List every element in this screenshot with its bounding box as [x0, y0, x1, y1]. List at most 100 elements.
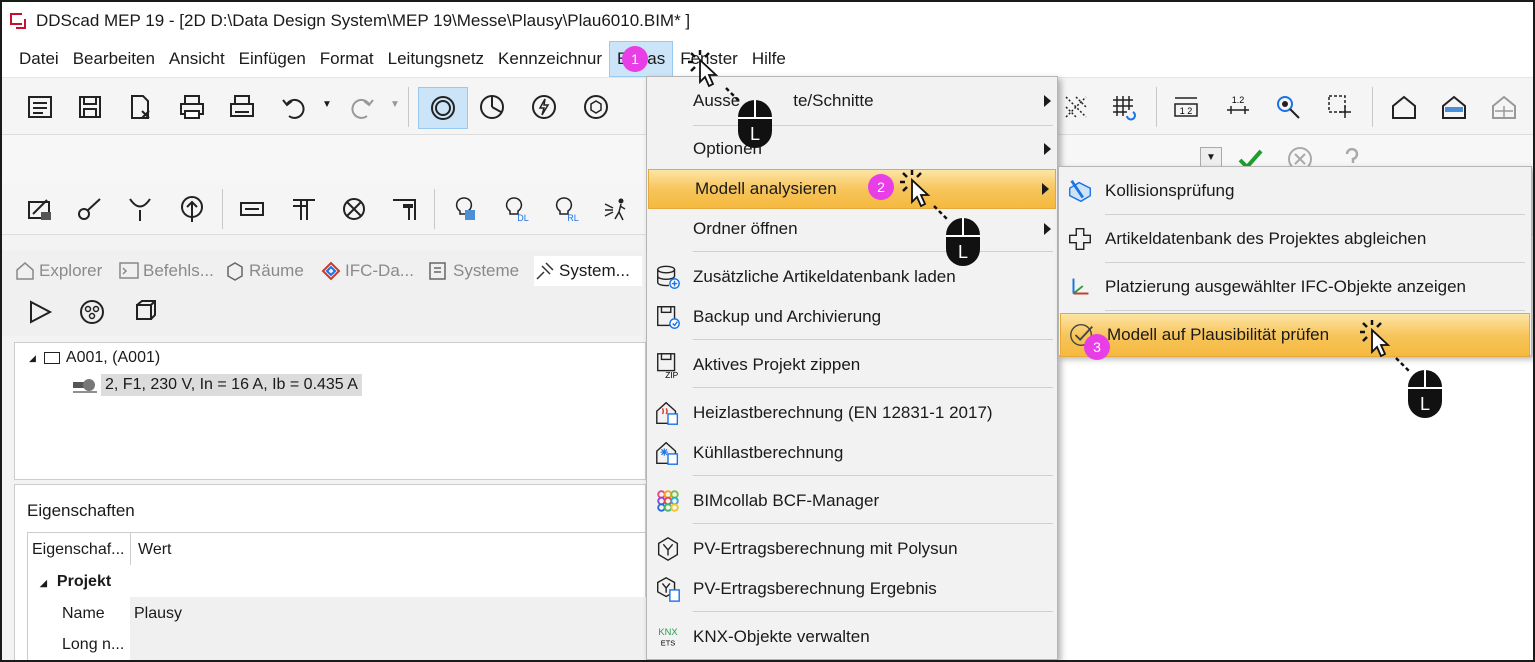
- submenu-item-artikeldatenbank[interactable]: Artikeldatenbank des Projektes abgleiche…: [1059, 217, 1531, 261]
- tab-system-active[interactable]: System...: [534, 256, 642, 286]
- menu-bearbeiten[interactable]: Bearbeiten: [66, 41, 162, 77]
- submenu-arrow-icon: [1042, 183, 1049, 195]
- cable-icon: [73, 377, 97, 393]
- group-collapse-icon[interactable]: ◢: [40, 578, 47, 588]
- light-rl-icon[interactable]: RL: [548, 191, 584, 227]
- menu-datei[interactable]: Datei: [12, 41, 66, 77]
- menu-item-heizlast-label: Heizlastberechnung (EN 12831-1 2017): [693, 403, 993, 422]
- cube-icon[interactable]: [578, 89, 614, 125]
- undo-dropdown-icon[interactable]: ▼: [322, 99, 332, 110]
- menu-einfuegen[interactable]: Einfügen: [232, 41, 313, 77]
- app-logo-icon: [8, 11, 28, 31]
- menu-item-bimcollab[interactable]: BIMcollab BCF-Manager: [647, 481, 1057, 521]
- menu-item-artikeldatenbank-laden[interactable]: Zusätzliche Artikeldatenbank laden: [647, 257, 1057, 297]
- house-grid-icon[interactable]: [1486, 89, 1522, 125]
- properties-icon[interactable]: [22, 89, 58, 125]
- tree-node-circuit[interactable]: 2, F1, 230 V, In = 16 A, Ib = 0.435 A: [73, 374, 362, 396]
- distributor-icon[interactable]: [74, 294, 110, 330]
- measure-icon[interactable]: 1.2: [1220, 89, 1256, 125]
- menu-item-knx[interactable]: KNX ETS KNX-Objekte verwalten: [647, 617, 1057, 657]
- menu-bar: Datei Bearbeiten Ansicht Einfügen Format…: [2, 40, 1533, 78]
- menu-item-backup[interactable]: Backup und Archivierung: [647, 297, 1057, 337]
- emergency-exit-icon[interactable]: [598, 191, 634, 227]
- redo-icon[interactable]: [344, 89, 380, 125]
- submenu-item-ifc-platzierung[interactable]: Platzierung ausgewählter IFC-Objekte anz…: [1059, 265, 1531, 309]
- dl-label: DL: [517, 213, 529, 223]
- menu-item-pv-polysun[interactable]: PV-Ertragsberechnung mit Polysun: [647, 529, 1057, 569]
- menu-item-optionen[interactable]: Optionen: [647, 129, 1057, 169]
- upload-circle-icon[interactable]: [174, 191, 210, 227]
- tab-explorer-label: Explorer: [39, 261, 103, 280]
- prop-name-value[interactable]: Plausy: [134, 605, 182, 623]
- col-value-header[interactable]: Wert: [138, 541, 171, 559]
- menu-item-modell-analysieren[interactable]: Modell analysieren: [648, 169, 1056, 209]
- redo-dropdown-icon[interactable]: ▼: [390, 99, 400, 110]
- selection-move-icon[interactable]: [1322, 89, 1358, 125]
- submenu-item-kollision[interactable]: Kollisionsprüfung: [1059, 169, 1531, 213]
- mouse-button-label: L: [1420, 394, 1430, 414]
- dimension-icon[interactable]: 1 2: [1168, 89, 1204, 125]
- light-calc-icon[interactable]: [446, 191, 482, 227]
- menu-ansicht[interactable]: Ansicht: [162, 41, 232, 77]
- submenu-item-plausibilitaet[interactable]: Modell auf Plausibilität prüfen: [1060, 313, 1530, 357]
- menu-leitungsnetz[interactable]: Leitungsnetz: [381, 41, 491, 77]
- layer-edit-icon[interactable]: [22, 191, 58, 227]
- save-icon[interactable]: [72, 89, 108, 125]
- lamp-icon[interactable]: [336, 191, 372, 227]
- col-property-header[interactable]: Eigenschaf...: [32, 541, 125, 559]
- left-click-mouse-icon: L: [1395, 357, 1442, 418]
- tab-system-label: System...: [559, 261, 630, 280]
- mouse-button-label: L: [750, 124, 760, 144]
- step-badge-1: 1: [622, 46, 648, 72]
- menu-item-kuehllast-label: Kühllastberechnung: [693, 443, 844, 462]
- locate-icon[interactable]: [1270, 89, 1306, 125]
- group-projekt[interactable]: ◢ Projekt: [40, 573, 111, 591]
- collision-icon: [1065, 176, 1095, 206]
- pie-chart-icon[interactable]: [474, 89, 510, 125]
- menu-item-kuehllast[interactable]: Kühllastberechnung: [647, 433, 1057, 473]
- house-floor-icon[interactable]: [1436, 89, 1472, 125]
- tab-ifc-daten[interactable]: IFC-Da...: [320, 256, 414, 286]
- tab-ifc-daten-label: IFC-Da...: [345, 261, 414, 280]
- menu-item-projekt-zippen[interactable]: ZIP Aktives Projekt zippen: [647, 345, 1057, 385]
- tree-expand-icon[interactable]: ◢: [29, 353, 36, 364]
- database-add-icon: [653, 262, 683, 292]
- tab-befehls[interactable]: Befehls...: [118, 256, 214, 286]
- menu-hilfe[interactable]: Hilfe: [745, 41, 793, 77]
- menu-item-pv-ergebnis-label: PV-Ertragsberechnung Ergebnis: [693, 579, 937, 598]
- electric-icon[interactable]: [526, 89, 562, 125]
- properties-grid: Eigenschaf... Wert ◢ Projekt Name Plausy …: [27, 532, 650, 660]
- heating-load-icon: [653, 398, 683, 428]
- print-icon[interactable]: [174, 89, 210, 125]
- menu-item-pv-polysun-label: PV-Ertragsberechnung mit Polysun: [693, 539, 958, 558]
- circle-mode-icon[interactable]: [418, 87, 468, 129]
- width-icon[interactable]: [234, 191, 270, 227]
- house-icon[interactable]: [1386, 89, 1422, 125]
- menu-kennzeichnung[interactable]: Kennzeichnur: [491, 41, 609, 77]
- menu-item-ordner-oeffnen[interactable]: Ordner öffnen: [647, 209, 1057, 249]
- 3d-box-icon[interactable]: [126, 294, 162, 330]
- play-icon[interactable]: [22, 294, 58, 330]
- ets-label: ETS: [661, 638, 676, 647]
- distribution-board-icon: [43, 352, 60, 364]
- print-preview-icon[interactable]: [224, 89, 260, 125]
- grid-refresh-icon[interactable]: [1106, 89, 1142, 125]
- menu-item-pv-ergebnis[interactable]: PV-Ertragsberechnung Ergebnis: [647, 569, 1057, 609]
- tree-node-root[interactable]: ◢ A001, (A001): [29, 349, 160, 367]
- table-icon[interactable]: [286, 191, 322, 227]
- undo-icon[interactable]: [276, 89, 312, 125]
- panel-icon[interactable]: [386, 191, 422, 227]
- tab-systeme[interactable]: Systeme: [428, 256, 519, 286]
- light-dl-icon[interactable]: DL: [498, 191, 534, 227]
- tab-explorer[interactable]: Explorer: [14, 256, 102, 286]
- line-tool-icon[interactable]: [72, 191, 108, 227]
- left-click-mouse-icon: L: [933, 205, 980, 266]
- branch-icon[interactable]: [122, 191, 158, 227]
- tab-raeume[interactable]: Räume: [224, 256, 304, 286]
- menu-item-heizlast[interactable]: Heizlastberechnung (EN 12831-1 2017): [647, 393, 1057, 433]
- close-file-icon[interactable]: [122, 89, 158, 125]
- grid-dotted-icon[interactable]: [1058, 89, 1094, 125]
- app-window: DDScad MEP 19 - [2D D:\Data Design Syste…: [0, 0, 1535, 662]
- extras-menu: Ausse te/Schnitte Optionen Modell analysi…: [646, 76, 1058, 660]
- menu-format[interactable]: Format: [313, 41, 381, 77]
